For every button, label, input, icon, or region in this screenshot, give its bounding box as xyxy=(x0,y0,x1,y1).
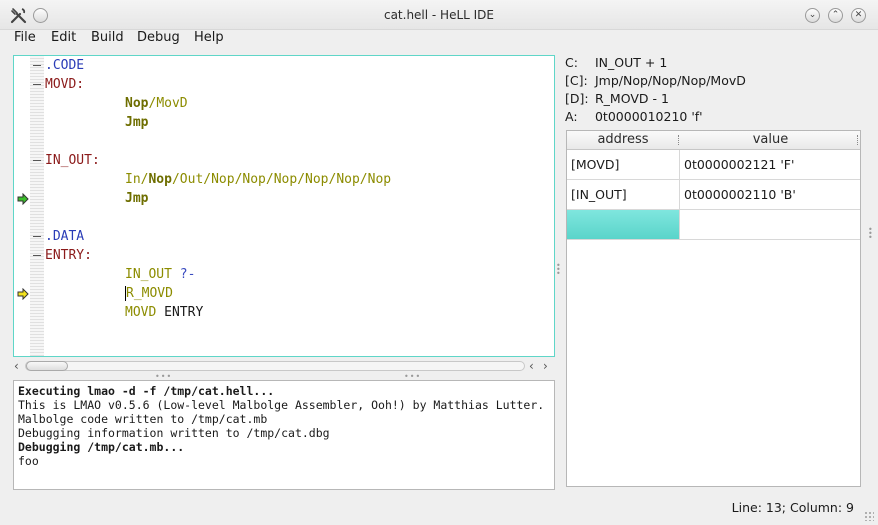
resize-grip-icon[interactable] xyxy=(864,511,874,521)
code-token: Nop xyxy=(125,96,149,111)
column-header-value[interactable]: value xyxy=(679,131,860,150)
current-position-arrow-icon xyxy=(17,288,29,300)
minimize-icon[interactable]: ⌄ xyxy=(805,8,820,23)
scroll-track[interactable] xyxy=(25,361,525,371)
code-line[interactable]: ENTRY: xyxy=(45,246,92,265)
fold-toggle-icon[interactable] xyxy=(33,84,41,85)
scroll-left-icon[interactable]: ‹ xyxy=(14,359,19,373)
memory-table[interactable]: address value [MOVD] 0t0000002121 'F' [I… xyxy=(566,130,861,487)
code-line[interactable]: In/Nop/Out/Nop/Nop/Nop/Nop/Nop/Nop xyxy=(125,170,391,189)
menu-debug[interactable]: Debug xyxy=(131,30,186,52)
code-line[interactable]: Nop/MovD xyxy=(125,94,188,113)
window-title: cat.hell - HeLL IDE xyxy=(383,8,495,22)
cursor-position-status: Line: 13; Column: 9 xyxy=(731,500,854,515)
code-token: R_MOVD xyxy=(125,286,173,301)
register-name: [C]: xyxy=(565,73,588,88)
title-bar: cat.hell - HeLL IDE ⌄ ⌃ ✕ xyxy=(0,0,878,30)
code-token: .DATA xyxy=(45,229,85,244)
menu-help[interactable]: Help xyxy=(188,30,230,52)
menu-edit[interactable]: Edit xyxy=(45,30,82,52)
code-line[interactable]: .DATA xyxy=(45,227,84,246)
menu-bar: File Edit Build Debug Help xyxy=(0,30,878,52)
column-resize-handle[interactable] xyxy=(857,135,859,145)
code-token: MOVD: xyxy=(45,77,85,92)
register-name: C: xyxy=(565,55,578,70)
breakpoint-arrow-icon xyxy=(17,193,29,205)
code-line[interactable]: IN_OUT ?- xyxy=(125,265,195,284)
fold-gutter[interactable] xyxy=(30,56,44,356)
fold-toggle-icon[interactable] xyxy=(33,160,41,161)
output-console[interactable]: Executing lmao -d -f /tmp/cat.hell... Thi… xyxy=(13,380,555,490)
register-name: A: xyxy=(565,109,578,124)
code-token: ENTRY xyxy=(156,305,204,320)
register-mem-d: [D]: R_MOVD - 1 xyxy=(565,90,669,107)
output-line: This is LMAO v0.5.6 (Low-level Malbolge … xyxy=(18,398,545,412)
table-cell-value[interactable]: 0t0000002110 'B' xyxy=(680,180,860,210)
output-line: foo xyxy=(18,454,39,468)
code-token: IN_OUT xyxy=(125,267,172,282)
register-value: R_MOVD - 1 xyxy=(594,91,669,106)
register-value: IN_OUT + 1 xyxy=(594,55,668,70)
output-line: Malbolge code written to /tmp/cat.mb xyxy=(18,412,268,426)
register-value: Jmp/Nop/Nop/Nop/MovD xyxy=(594,73,746,88)
code-line[interactable]: Jmp xyxy=(125,113,148,132)
scroll-right-icon[interactable]: › xyxy=(543,359,548,373)
code-line[interactable]: MOVD: xyxy=(45,75,84,94)
table-cell-address[interactable]: [MOVD] xyxy=(567,150,680,180)
register-c: C: IN_OUT + 1 xyxy=(565,54,667,71)
code-line[interactable]: MOVD ENTRY xyxy=(125,303,203,322)
code-token: ENTRY: xyxy=(45,248,92,263)
fold-toggle-icon[interactable] xyxy=(33,236,41,237)
table-cell-value[interactable] xyxy=(680,210,860,240)
code-token: In xyxy=(125,172,141,187)
output-line: Debugging information written to /tmp/ca… xyxy=(18,426,330,440)
output-line: Executing lmao -d -f /tmp/cat.hell... xyxy=(18,384,275,398)
scroll-left-end-icon[interactable]: ‹ xyxy=(529,359,534,373)
code-line[interactable]: IN_OUT: xyxy=(45,151,100,170)
vertical-splitter-grip[interactable]: • • • xyxy=(556,262,562,278)
register-mem-c: [C]: Jmp/Nop/Nop/Nop/MovD xyxy=(565,72,746,89)
code-line[interactable]: R_MOVD xyxy=(125,284,173,303)
register-name: [D]: xyxy=(565,91,589,106)
table-cell-value[interactable]: 0t0000002121 'F' xyxy=(680,150,860,180)
right-edge-grip[interactable]: • • • xyxy=(868,226,873,242)
code-token: MOVD xyxy=(125,305,157,320)
table-cell-address[interactable]: [IN_OUT] xyxy=(567,180,680,210)
output-line: Debugging /tmp/cat.mb... xyxy=(18,440,185,454)
column-header-address[interactable]: address xyxy=(567,131,679,150)
code-token: IN_OUT: xyxy=(45,153,100,168)
code-token: .CODE xyxy=(45,58,85,73)
editor-hscrollbar[interactable]: ‹ ‹ › xyxy=(13,359,555,373)
maximize-icon[interactable]: ⌃ xyxy=(828,8,843,23)
code-line[interactable]: .CODE xyxy=(45,56,84,75)
code-token: Jmp xyxy=(125,115,149,130)
fold-toggle-icon[interactable] xyxy=(33,255,41,256)
register-a: A: 0t0000010210 'f' xyxy=(565,108,703,125)
marker-gutter[interactable] xyxy=(14,56,30,356)
table-cell-address-selected[interactable] xyxy=(567,210,680,240)
code-editor[interactable]: .CODE MOVD: Nop/MovD Jmp IN_OUT: In/Nop/Out/N… xyxy=(13,55,555,357)
menu-build[interactable]: Build xyxy=(85,30,130,52)
code-token: /Out/Nop/Nop/Nop/Nop/Nop/Nop xyxy=(171,172,392,187)
code-token: MovD xyxy=(156,96,188,111)
register-value: 0t0000010210 'f' xyxy=(594,109,703,124)
menu-file[interactable]: File xyxy=(8,30,42,52)
code-token: ?- xyxy=(171,267,196,282)
code-token: Nop xyxy=(148,172,172,187)
scroll-thumb[interactable] xyxy=(26,361,68,371)
code-line[interactable]: Jmp xyxy=(125,189,148,208)
fold-toggle-icon[interactable] xyxy=(33,65,41,66)
code-token: Jmp xyxy=(125,191,149,206)
close-icon[interactable]: ✕ xyxy=(851,8,866,23)
